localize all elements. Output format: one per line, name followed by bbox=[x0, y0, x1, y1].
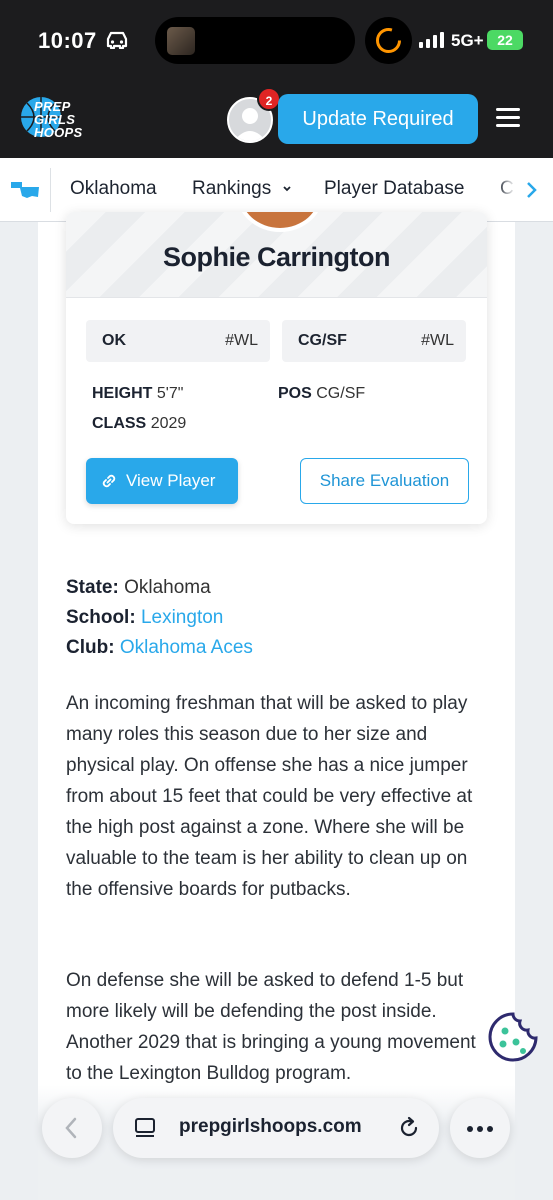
status-time: 10:07 bbox=[38, 28, 97, 53]
player-card: Sophie Carrington OK #WL CG/SF #WL HEIGH… bbox=[66, 212, 487, 524]
state-info: State: Oklahoma bbox=[66, 577, 211, 599]
share-evaluation-button[interactable]: Share Evaluation bbox=[300, 458, 469, 504]
site-header: PREP GIRLS HOOPS 2 Update Required bbox=[0, 82, 553, 158]
media-thumbnail bbox=[167, 27, 195, 55]
dot bbox=[477, 1126, 483, 1132]
view-player-label: View Player bbox=[126, 471, 216, 490]
state-rank: #WL bbox=[225, 332, 258, 349]
dynamic-island[interactable] bbox=[155, 17, 355, 64]
height-label: HEIGHT bbox=[92, 385, 153, 402]
player-photo[interactable] bbox=[236, 212, 324, 232]
height-value: 5'7" bbox=[156, 385, 184, 402]
nav-item-player-database[interactable]: Player Database bbox=[324, 178, 464, 200]
car-icon bbox=[106, 31, 128, 49]
school-info-label: School: bbox=[66, 607, 136, 628]
update-required-button[interactable]: Update Required bbox=[278, 94, 478, 144]
tabs-icon[interactable] bbox=[133, 1117, 157, 1139]
school-info: School: Lexington bbox=[66, 607, 223, 629]
nav-item-truncated[interactable]: C bbox=[500, 178, 514, 200]
link-icon bbox=[102, 474, 116, 488]
state-info-value: Oklahoma bbox=[124, 577, 211, 598]
class-label: CLASS bbox=[92, 415, 147, 432]
battery-level: 22 bbox=[497, 32, 513, 48]
club-link[interactable]: Oklahoma Aces bbox=[120, 637, 253, 658]
back-button[interactable] bbox=[42, 1098, 102, 1158]
player-card-header: Sophie Carrington bbox=[66, 212, 487, 298]
nav-item-rankings-label: Rankings bbox=[192, 178, 272, 199]
chevron-left-icon bbox=[65, 1117, 77, 1139]
state-abbr: OK bbox=[102, 332, 126, 349]
network-label: 5G+ bbox=[451, 31, 484, 50]
class-value: 2029 bbox=[150, 415, 187, 432]
nav-scroll-right-button[interactable] bbox=[513, 158, 553, 221]
position-rank-box: CG/SF #WL bbox=[282, 320, 466, 362]
timer-icon bbox=[376, 28, 401, 53]
signal-icon bbox=[419, 32, 444, 48]
more-options-button[interactable] bbox=[450, 1098, 510, 1158]
height-detail: HEIGHT 5'7" bbox=[92, 385, 183, 403]
oklahoma-state-icon[interactable] bbox=[10, 180, 40, 200]
pos-detail: POS CG/SF bbox=[278, 385, 365, 403]
battery-icon: 22 bbox=[487, 30, 523, 50]
nav-item-rankings[interactable]: Rankings bbox=[192, 178, 293, 200]
view-player-button[interactable]: View Player bbox=[86, 458, 238, 504]
timer-bubble[interactable] bbox=[365, 17, 412, 64]
dot bbox=[467, 1126, 473, 1132]
position-abbr: CG/SF bbox=[298, 332, 347, 349]
class-detail: CLASS 2029 bbox=[92, 415, 186, 433]
nav-item-oklahoma[interactable]: Oklahoma bbox=[70, 178, 157, 200]
nav-divider bbox=[50, 168, 51, 212]
club-info: Club: Oklahoma Aces bbox=[66, 637, 253, 659]
state-info-label: State: bbox=[66, 577, 119, 598]
reload-icon[interactable] bbox=[397, 1116, 421, 1140]
position-rank: #WL bbox=[421, 332, 454, 349]
cookie-settings-icon[interactable] bbox=[487, 1011, 539, 1063]
dot bbox=[487, 1126, 493, 1132]
school-link[interactable]: Lexington bbox=[141, 607, 223, 628]
evaluation-paragraph-2: On defense she will be asked to defend 1… bbox=[66, 970, 476, 1084]
article-content: Sophie Carrington OK #WL CG/SF #WL HEIGH… bbox=[38, 212, 515, 1200]
state-rank-box: OK #WL bbox=[86, 320, 270, 362]
player-name[interactable]: Sophie Carrington bbox=[66, 242, 487, 273]
chevron-down-icon bbox=[282, 186, 291, 192]
evaluation-paragraph-1: An incoming freshman that will be asked … bbox=[66, 693, 473, 900]
address-bar[interactable]: prepgirlshoops.com bbox=[113, 1098, 439, 1158]
pos-value: CG/SF bbox=[316, 385, 366, 402]
chevron-right-icon bbox=[527, 182, 537, 198]
status-bar: 10:07 5G+ 22 bbox=[0, 0, 553, 82]
hamburger-menu-icon[interactable] bbox=[496, 108, 520, 128]
pos-label: POS bbox=[278, 385, 312, 402]
url-text: prepgirlshoops.com bbox=[179, 1116, 362, 1137]
club-info-label: Club: bbox=[66, 637, 115, 658]
logo-text: PREP GIRLS HOOPS bbox=[34, 99, 83, 140]
